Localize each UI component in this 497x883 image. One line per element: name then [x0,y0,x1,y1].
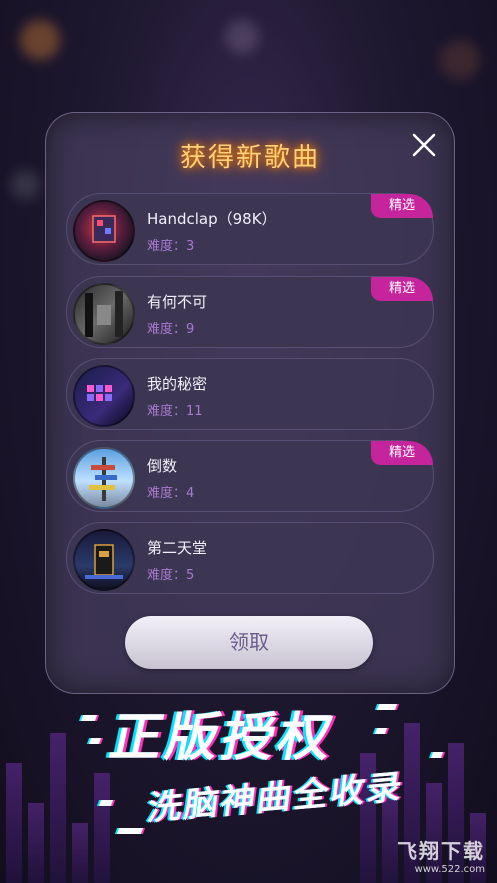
background-bokeh [440,40,480,80]
song-name: 有何不可 [147,293,208,311]
background-bokeh [10,170,40,200]
site-watermark: 飞翔下载 www.522.com [397,835,485,875]
watermark-url: www.522.com [414,864,485,875]
background-bokeh [20,20,60,60]
album-cover-image [73,447,135,509]
background-bokeh [225,20,259,54]
featured-badge: 精选 [371,441,433,465]
promo-headline: 正版授权 [104,708,342,768]
new-songs-dialog: 获得新歌曲 Handclap（98K） 难度：3 精选 有何不可 难度：9 精选 [45,112,455,694]
close-icon[interactable] [410,131,438,159]
featured-badge: 精选 [371,194,433,218]
song-difficulty: 难度：3 [147,239,195,254]
song-row[interactable]: 我的秘密 难度：11 [66,358,434,430]
song-name: 我的秘密 [147,375,208,393]
album-cover-image [73,365,135,427]
song-name: Handclap（98K） [147,210,277,228]
song-name: 倒数 [147,457,178,475]
decorative-dash [98,800,114,806]
song-difficulty: 难度：9 [147,322,195,337]
featured-badge: 精选 [371,277,433,301]
song-row[interactable]: 第二天堂 难度：5 [66,522,434,594]
decorative-dash [80,715,98,721]
song-row[interactable]: 有何不可 难度：9 精选 [66,276,434,348]
album-cover-image [73,200,135,262]
song-row[interactable]: Handclap（98K） 难度：3 精选 [66,193,434,265]
decorative-dash [116,828,144,834]
watermark-logo: 飞翔下载 [397,839,485,863]
song-difficulty: 难度：5 [147,568,195,583]
song-name: 第二天堂 [147,539,208,557]
album-cover-image [73,529,135,591]
song-difficulty: 难度：11 [147,404,203,419]
song-difficulty: 难度：4 [147,486,195,501]
decorative-dash [376,704,398,710]
song-row[interactable]: 倒数 难度：4 精选 [66,440,434,512]
album-cover-image [73,283,135,345]
dialog-title: 获得新歌曲 [179,143,320,173]
claim-button[interactable]: 领取 [125,616,373,669]
